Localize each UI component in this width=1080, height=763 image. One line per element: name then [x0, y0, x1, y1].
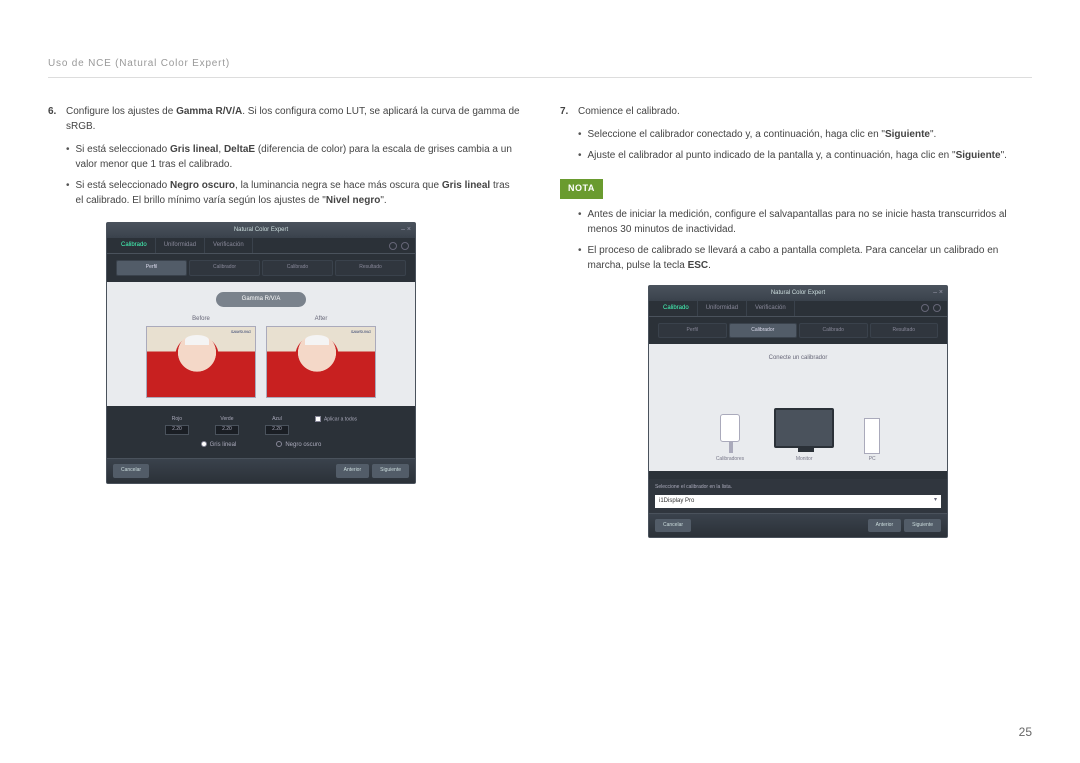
monitor-icon [774, 408, 834, 448]
step-6-number: 6. [48, 104, 62, 134]
preview-after: SAMSUNG [266, 326, 376, 398]
next-button[interactable]: Siguiente [904, 519, 941, 533]
calibrator-select[interactable]: i1Display Pro ▾ [655, 495, 941, 508]
nota-badge: NOTA [560, 179, 603, 199]
slider-green[interactable]: Verde2.20 [215, 416, 239, 436]
wizard-step-calibrador[interactable]: Calibrador [189, 260, 260, 276]
tab-calibrado[interactable]: Calibrado [655, 301, 698, 316]
section-header: Uso de NCE (Natural Color Expert) [48, 58, 1032, 78]
step-6-text: Configure los ajustes de Gamma R/V/A. Si… [66, 104, 520, 134]
brand-logo: SAMSUNG [351, 329, 371, 335]
prev-button[interactable]: Anterior [868, 519, 902, 533]
screenshot-calibrator: Natural Color Expert – × Calibrado Unifo… [648, 285, 1032, 539]
gear-icon[interactable] [389, 242, 397, 250]
tab-uniformidad[interactable]: Uniformidad [698, 301, 747, 316]
brand-logo: SAMSUNG [231, 329, 251, 335]
screenshot-gamma: Natural Color Expert – × Calibrado Unifo… [106, 222, 520, 484]
chevron-down-icon: ▾ [934, 496, 937, 505]
step-7-number: 7. [560, 104, 574, 119]
select-label: Seleccione el calibrador en la lista. [655, 484, 941, 492]
apply-all-checkbox[interactable]: Aplicar a todos [315, 416, 357, 436]
slider-blue[interactable]: Azul2.20 [265, 416, 289, 436]
note-esc: El proceso de calibrado se llevará a cab… [588, 243, 1032, 273]
sensor-icon [720, 414, 740, 442]
wizard-step-resultado[interactable]: Resultado [870, 323, 939, 339]
pc-icon [864, 418, 880, 454]
step-7-text: Comience el calibrado. [578, 104, 680, 119]
close-icon[interactable]: – × [933, 288, 943, 299]
label-after: After [266, 315, 376, 324]
wizard-step-calibrado[interactable]: Calibrado [799, 323, 868, 339]
note-screensaver: Antes de iniciar la medición, configure … [588, 207, 1032, 237]
wizard-step-calibrador[interactable]: Calibrador [729, 323, 798, 339]
tab-uniformidad[interactable]: Uniformidad [156, 238, 205, 253]
gamma-rva-button[interactable]: Gamma R/V/A [216, 292, 306, 307]
label-before: Before [146, 315, 256, 324]
close-icon[interactable]: – × [401, 225, 411, 236]
next-button[interactable]: Siguiente [372, 464, 409, 478]
preview-before: SAMSUNG [146, 326, 256, 398]
cancel-button[interactable]: Cancelar [655, 519, 691, 533]
tab-verificacion[interactable]: Verificación [747, 301, 795, 316]
radio-negro-oscuro[interactable]: Negro oscuro [276, 441, 321, 450]
connect-message: Conecte un calibrador [661, 354, 935, 363]
bullet-select-calibrator: Seleccione el calibrador conectado y, a … [588, 127, 1032, 142]
right-column: 7. Comience el calibrado. Seleccione el … [560, 104, 1032, 538]
app-titlebar: Natural Color Expert – × [649, 286, 947, 301]
page-number: 25 [1019, 725, 1032, 739]
tab-calibrado[interactable]: Calibrado [113, 238, 156, 253]
app-titlebar: Natural Color Expert – × [107, 223, 415, 238]
wizard-step-perfil[interactable]: Perfil [658, 323, 727, 339]
bullet-adjust-calibrator: Ajuste el calibrador al punto indicado d… [588, 148, 1032, 163]
wizard-step-calibrado[interactable]: Calibrado [262, 260, 333, 276]
cancel-button[interactable]: Cancelar [113, 464, 149, 478]
connection-diagram: Calibradores Monitor PC [661, 373, 935, 463]
wizard-step-resultado[interactable]: Resultado [335, 260, 406, 276]
radio-gris-lineal[interactable]: Gris lineal [201, 441, 237, 450]
bullet-gris-lineal: Si está seleccionado Gris lineal, DeltaE… [76, 142, 520, 172]
left-column: 6. Configure los ajustes de Gamma R/V/A.… [48, 104, 520, 538]
wizard-step-perfil[interactable]: Perfil [116, 260, 187, 276]
gear-icon[interactable] [921, 304, 929, 312]
slider-red[interactable]: Rojo2.20 [165, 416, 189, 436]
help-icon[interactable] [933, 304, 941, 312]
help-icon[interactable] [401, 242, 409, 250]
bullet-negro-oscuro: Si está seleccionado Negro oscuro, la lu… [76, 178, 520, 208]
tab-verificacion[interactable]: Verificación [205, 238, 253, 253]
prev-button[interactable]: Anterior [336, 464, 370, 478]
